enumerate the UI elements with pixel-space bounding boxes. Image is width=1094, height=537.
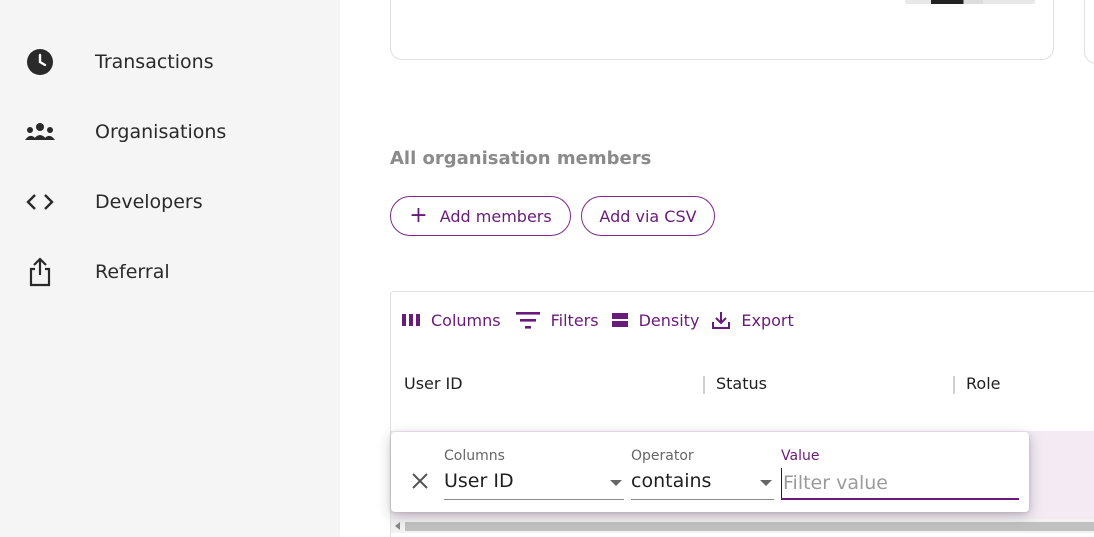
sidebar-item-label: Organisations — [95, 121, 227, 143]
columns-select[interactable]: User ID — [444, 470, 514, 492]
columns-icon — [402, 314, 420, 326]
sidebar-item-organisations[interactable]: Organisations — [0, 104, 340, 160]
sidebar-item-label: Referral — [95, 261, 170, 283]
sidebar-item-label: Developers — [95, 191, 203, 213]
export-button[interactable]: Export — [711, 310, 794, 330]
filter-panel: Columns User ID Operator contains Value — [391, 432, 1029, 512]
horizontal-scrollbar[interactable] — [391, 519, 1094, 533]
filters-label: Filters — [550, 310, 599, 330]
value-input-underline — [781, 498, 1019, 500]
filter-value-input[interactable] — [781, 468, 1019, 498]
chevron-down-icon[interactable] — [760, 480, 772, 486]
column-header-user-id[interactable]: User ID — [404, 374, 463, 393]
column-separator[interactable] — [953, 376, 955, 394]
card-image — [905, 0, 1035, 4]
sidebar: Transactions Organisations Developers Re… — [0, 0, 340, 537]
export-label: Export — [741, 310, 794, 330]
dashboard-icon — [28, 0, 52, 6]
grid-toolbar: Columns Filters Density Export — [401, 308, 806, 332]
scroll-thumb[interactable] — [405, 522, 1094, 531]
operator-field-label: Operator — [631, 448, 694, 464]
summary-card — [390, 0, 1054, 60]
group-icon — [24, 116, 56, 148]
scroll-left-icon[interactable] — [395, 522, 400, 530]
filters-button[interactable]: Filters — [515, 311, 599, 330]
close-icon[interactable] — [409, 470, 431, 492]
add-members-button[interactable]: + Add members — [390, 196, 571, 236]
share-icon — [24, 256, 56, 288]
columns-field-label: Columns — [444, 448, 505, 464]
columns-button[interactable]: Columns — [401, 311, 501, 330]
operator-select-underline — [631, 499, 774, 500]
value-field-label: Value — [781, 448, 820, 464]
plus-icon: + — [409, 203, 428, 228]
sidebar-item-transactions[interactable]: Transactions — [0, 34, 340, 90]
sidebar-item-referral[interactable]: Referral — [0, 244, 340, 300]
grid-header-row: User ID Status Role — [391, 362, 1094, 410]
column-header-role[interactable]: Role — [966, 374, 1000, 393]
operator-select[interactable]: contains — [631, 470, 711, 492]
download-icon — [712, 312, 731, 329]
density-button[interactable]: Density — [611, 310, 700, 330]
sidebar-item-developers[interactable]: Developers — [0, 174, 340, 230]
density-label: Density — [638, 310, 700, 330]
clock-icon — [24, 46, 56, 78]
section-title: All organisation members — [390, 148, 652, 169]
add-via-csv-label: Add via CSV — [599, 206, 697, 226]
add-members-label: Add members — [439, 206, 552, 226]
code-icon — [24, 186, 56, 218]
filter-icon — [515, 312, 540, 329]
column-separator[interactable] — [703, 376, 705, 394]
density-icon — [611, 313, 628, 327]
column-header-status[interactable]: Status — [716, 374, 767, 393]
columns-select-underline — [444, 499, 624, 500]
columns-label: Columns — [431, 310, 501, 330]
add-via-csv-button[interactable]: Add via CSV — [581, 196, 715, 236]
chevron-down-icon[interactable] — [610, 480, 622, 486]
sidebar-item-label: Transactions — [95, 51, 214, 73]
summary-card-secondary — [1084, 0, 1094, 64]
